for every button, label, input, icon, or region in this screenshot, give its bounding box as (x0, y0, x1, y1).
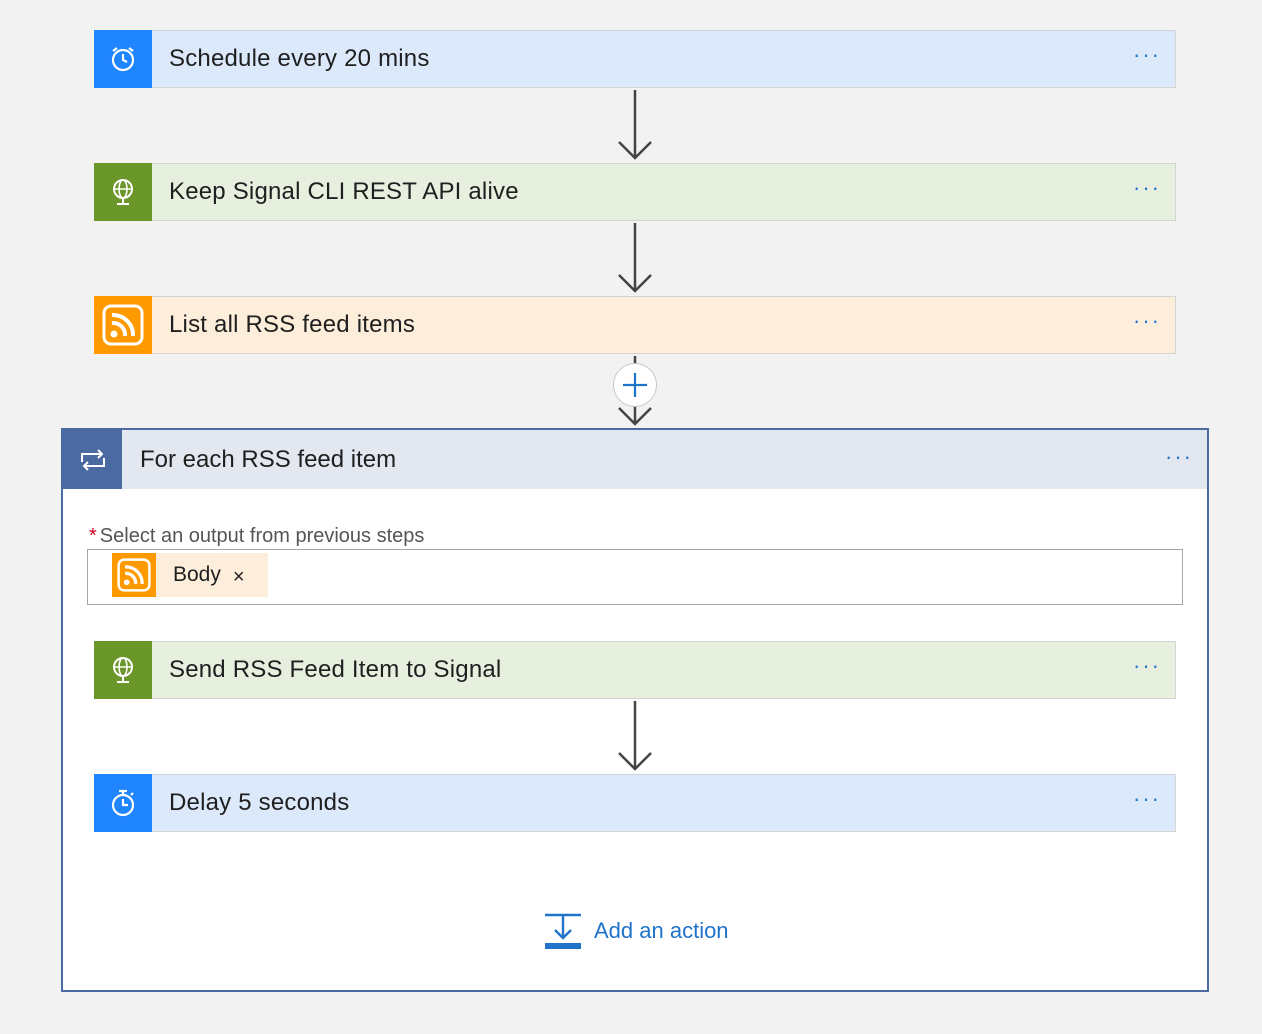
connector-arrow (618, 701, 652, 771)
output-select-field[interactable]: Body × (87, 549, 1183, 605)
step-title: List all RSS feed items (169, 311, 416, 338)
timer-icon (94, 774, 152, 832)
add-action-button[interactable]: Add an action (544, 912, 729, 950)
add-action-icon (545, 913, 581, 949)
step-card-delay[interactable]: Delay 5 seconds ··· (94, 774, 1176, 832)
step-card-keep-alive[interactable]: Keep Signal CLI REST API alive ··· (94, 163, 1176, 221)
foreach-header[interactable]: For each RSS feed item ··· (63, 430, 1207, 489)
add-action-label: Add an action (594, 918, 729, 943)
plus-icon (623, 373, 647, 397)
step-title: Keep Signal CLI REST API alive (169, 178, 519, 205)
more-options-button[interactable]: ··· (1133, 44, 1161, 66)
loop-icon (63, 430, 122, 489)
insert-step-button[interactable] (613, 363, 657, 407)
step-card-schedule[interactable]: Schedule every 20 mins ··· (94, 30, 1176, 88)
step-card-rss[interactable]: List all RSS feed items ··· (94, 296, 1176, 354)
more-options-button[interactable]: ··· (1133, 310, 1161, 332)
dynamic-content-token[interactable]: Body × (112, 553, 268, 597)
token-label: Body (173, 563, 221, 586)
more-options-button[interactable]: ··· (1133, 177, 1161, 199)
rss-icon (112, 553, 156, 597)
more-options-button[interactable]: ··· (1165, 446, 1193, 468)
more-options-button[interactable]: ··· (1133, 788, 1161, 810)
alarm-clock-icon (94, 30, 152, 88)
remove-token-button[interactable]: × (233, 566, 245, 589)
rss-icon (94, 296, 152, 354)
step-title: Schedule every 20 mins (169, 45, 430, 72)
globe-icon (94, 163, 152, 221)
more-options-button[interactable]: ··· (1133, 655, 1161, 677)
step-title: Send RSS Feed Item to Signal (169, 656, 502, 683)
foreach-title: For each RSS feed item (140, 445, 397, 473)
required-marker: * (89, 525, 97, 547)
connector-arrow (618, 90, 652, 160)
foreach-scope: For each RSS feed item ··· * Select an ou… (61, 428, 1209, 992)
field-label: * Select an output from previous steps (89, 525, 425, 547)
connector-arrow (618, 223, 652, 293)
step-card-send-signal[interactable]: Send RSS Feed Item to Signal ··· (94, 641, 1176, 699)
globe-icon (94, 641, 152, 699)
step-title: Delay 5 seconds (169, 789, 350, 816)
